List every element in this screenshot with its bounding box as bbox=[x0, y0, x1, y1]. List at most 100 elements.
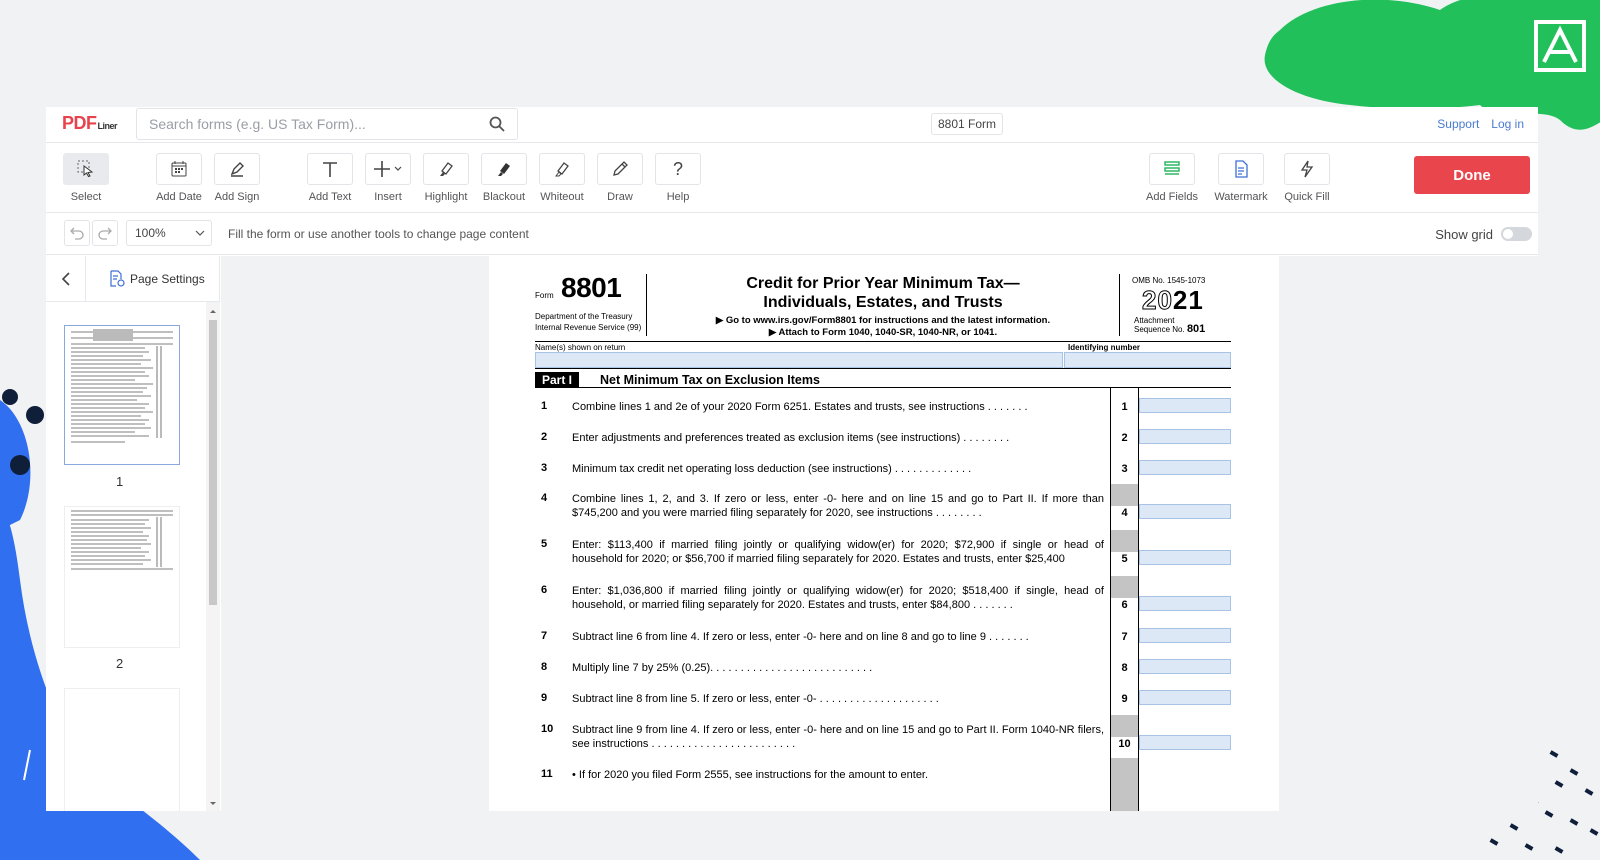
line-input-field[interactable] bbox=[1139, 628, 1231, 643]
tool-select[interactable]: Select bbox=[58, 153, 114, 203]
page-thumbnail-1[interactable] bbox=[64, 325, 180, 465]
line-box-number: 8 bbox=[1121, 662, 1128, 674]
line-input-field[interactable] bbox=[1139, 659, 1231, 674]
fields-icon bbox=[1164, 161, 1180, 175]
search-icon[interactable] bbox=[489, 116, 505, 132]
redo-icon bbox=[98, 227, 112, 240]
tool-label: Select bbox=[70, 191, 102, 203]
logo-subtext: Liner bbox=[97, 121, 118, 131]
form-line: 7 Subtract line 6 from line 4. If zero or… bbox=[535, 628, 1231, 653]
toolbar: Select Add Date Add Sign Add Text Insert… bbox=[46, 143, 1538, 213]
hint-text: Fill the form or use another tools to ch… bbox=[228, 227, 529, 241]
undo-button[interactable] bbox=[64, 220, 90, 246]
watermark-icon bbox=[1235, 160, 1248, 178]
search-input[interactable]: Search forms (e.g. US Tax Form)... bbox=[149, 116, 489, 132]
plus-icon bbox=[374, 161, 402, 177]
document-canvas: Form 8801 Department of the Treasury Inte… bbox=[221, 256, 1538, 811]
show-grid-toggle[interactable] bbox=[1501, 227, 1532, 241]
line-input-field[interactable] bbox=[1139, 596, 1231, 611]
tool-label: Highlight bbox=[424, 191, 468, 203]
form-line: 8 Multiply line 7 by 25% (0.25). . . . . … bbox=[535, 659, 1231, 684]
tool-highlight[interactable]: Highlight bbox=[418, 153, 474, 203]
page-thumbnail-2[interactable] bbox=[64, 506, 180, 648]
zoom-value: 100% bbox=[135, 226, 166, 240]
tool-watermark[interactable]: Watermark bbox=[1213, 153, 1269, 203]
sequence-number: 801 bbox=[1186, 323, 1206, 335]
tool-quick-fill[interactable]: Quick Fill bbox=[1279, 153, 1335, 203]
tool-insert[interactable]: Insert bbox=[360, 153, 416, 203]
scrollbar-thumb[interactable] bbox=[209, 320, 217, 605]
line-number: 6 bbox=[541, 584, 548, 596]
page-sidebar: Page Settings 1 2 bbox=[46, 256, 220, 811]
line-text: Enter: $113,400 if married filing jointl… bbox=[572, 539, 1104, 565]
done-button[interactable]: Done bbox=[1414, 156, 1530, 194]
tool-label: Draw bbox=[607, 191, 633, 203]
part-title: Net Minimum Tax on Exclusion Items bbox=[600, 373, 820, 387]
undo-icon bbox=[70, 227, 84, 240]
form-line: 9 Subtract line 8 from line 5. If zero or… bbox=[535, 690, 1231, 715]
name-field[interactable] bbox=[535, 352, 1063, 368]
line-input-field[interactable] bbox=[1139, 398, 1231, 413]
redo-button[interactable] bbox=[92, 220, 118, 246]
line-text: Subtract line 8 from line 5. If zero or … bbox=[572, 693, 939, 705]
shaded-cell bbox=[1111, 484, 1138, 506]
line-box-number: 3 bbox=[1121, 463, 1128, 475]
scroll-up-icon[interactable] bbox=[206, 306, 220, 316]
collapse-sidebar-button[interactable] bbox=[46, 256, 86, 302]
name-row: Name(s) shown on return Identifying numb… bbox=[535, 342, 1231, 369]
tool-draw[interactable]: Draw bbox=[592, 153, 648, 203]
sidebar-scrollbar[interactable] bbox=[206, 302, 220, 811]
line-text: Subtract line 9 from line 4. If zero or … bbox=[572, 724, 1104, 750]
zoom-select[interactable]: 100% bbox=[126, 220, 212, 246]
show-grid-label: Show grid bbox=[1435, 227, 1493, 242]
whiteout-icon bbox=[555, 162, 569, 177]
line-input-field[interactable] bbox=[1139, 429, 1231, 444]
form-line: 3 Minimum tax credit net operating loss d… bbox=[535, 460, 1231, 485]
tool-add-date[interactable]: Add Date bbox=[151, 153, 207, 203]
page-thumbnail-3[interactable] bbox=[64, 688, 180, 811]
tool-help[interactable]: ? Help bbox=[650, 153, 706, 203]
line-number: 5 bbox=[541, 538, 548, 550]
tool-add-fields[interactable]: Add Fields bbox=[1144, 153, 1200, 203]
identifying-number-field[interactable] bbox=[1064, 352, 1231, 368]
tool-label: Whiteout bbox=[540, 191, 584, 203]
form-line: 10 Subtract line 9 from line 4. If zero o… bbox=[535, 715, 1231, 761]
tool-add-sign[interactable]: Add Sign bbox=[209, 153, 265, 203]
form-line: 6 Enter: $1,036,800 if married filing joi… bbox=[535, 576, 1231, 622]
irs-text: Internal Revenue Service (99) bbox=[535, 323, 642, 332]
top-header: PDFLiner Search forms (e.g. US Tax Form)… bbox=[46, 107, 1538, 143]
tool-add-text[interactable]: Add Text bbox=[302, 153, 358, 203]
line-text: Subtract line 6 from line 4. If zero or … bbox=[572, 631, 1029, 643]
line-input-field[interactable] bbox=[1139, 504, 1231, 519]
support-link[interactable]: Support bbox=[1437, 117, 1479, 131]
document-title: 8801 Form bbox=[931, 113, 1004, 135]
page-settings-button[interactable]: Page Settings bbox=[108, 270, 205, 288]
document-page: Form 8801 Department of the Treasury Inte… bbox=[489, 256, 1279, 811]
search-box[interactable]: Search forms (e.g. US Tax Form)... bbox=[136, 108, 518, 140]
pdfliner-logo[interactable]: PDFLiner bbox=[62, 113, 118, 134]
scroll-down-icon[interactable] bbox=[206, 799, 220, 809]
form-line: 1 Combine lines 1 and 2e of your 2020 For… bbox=[535, 398, 1231, 423]
line-input-field[interactable] bbox=[1139, 460, 1231, 475]
tool-whiteout[interactable]: Whiteout bbox=[534, 153, 590, 203]
line-box-number: 5 bbox=[1121, 553, 1128, 565]
tool-label: Quick Fill bbox=[1284, 191, 1330, 203]
line-text: • If for 2020 you filed Form 2555, see i… bbox=[572, 769, 929, 781]
calendar-icon bbox=[171, 161, 187, 177]
line-input-field[interactable] bbox=[1139, 735, 1231, 750]
line-number: 4 bbox=[541, 492, 548, 504]
page-number-2: 2 bbox=[116, 656, 124, 671]
tool-label: Insert bbox=[374, 191, 402, 203]
login-link[interactable]: Log in bbox=[1491, 117, 1524, 131]
line-box-number: 4 bbox=[1121, 507, 1128, 519]
lightning-icon bbox=[1300, 160, 1314, 178]
line-input-field[interactable] bbox=[1139, 690, 1231, 705]
tool-blackout[interactable]: Blackout bbox=[476, 153, 532, 203]
line-box-number: 6 bbox=[1121, 599, 1128, 611]
shaded-cell bbox=[1111, 758, 1138, 811]
line-text: Enter adjustments and preferences treate… bbox=[572, 432, 1010, 444]
year-bold: 21 bbox=[1172, 285, 1204, 315]
form-8801: Form 8801 Department of the Treasury Inte… bbox=[535, 272, 1231, 811]
line-text: Combine lines 1, 2, and 3. If zero or le… bbox=[572, 493, 1104, 519]
line-input-field[interactable] bbox=[1139, 550, 1231, 565]
